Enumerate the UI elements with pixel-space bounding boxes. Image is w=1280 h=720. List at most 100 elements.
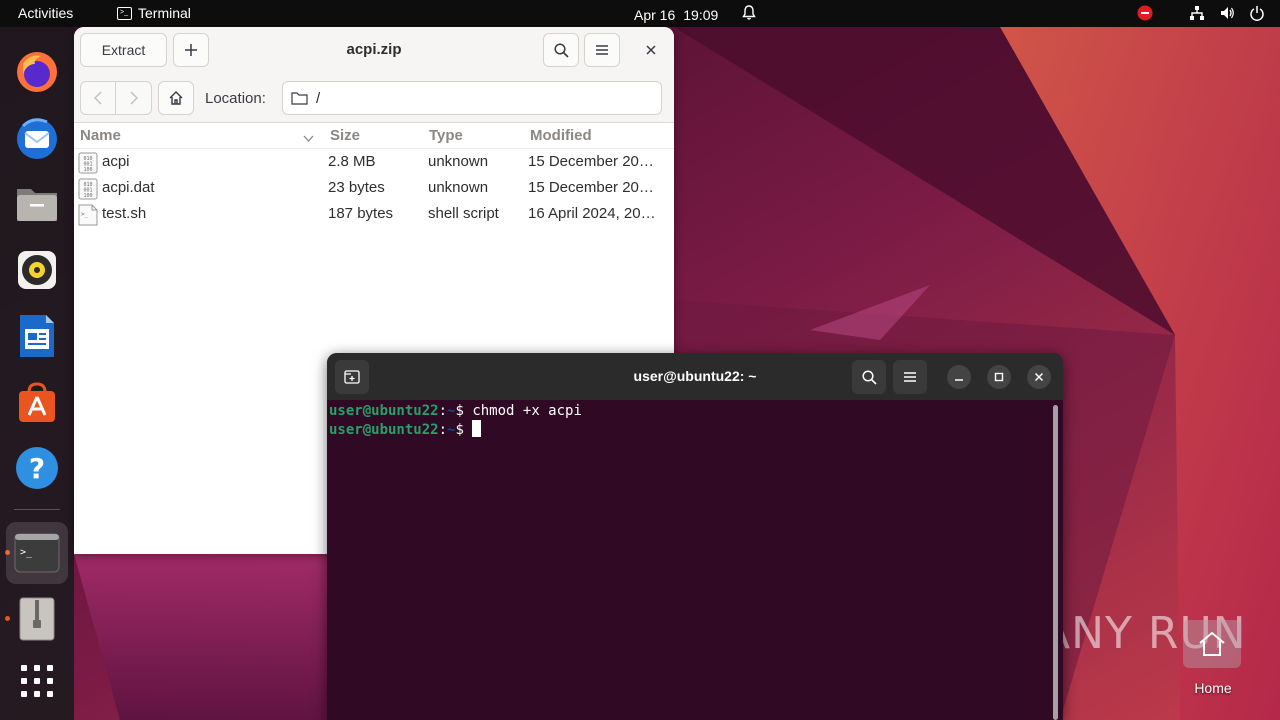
show-apps-button[interactable] xyxy=(10,654,64,708)
power-icon xyxy=(1248,4,1266,22)
back-button[interactable] xyxy=(81,82,117,114)
location-label: Location: xyxy=(205,90,266,107)
terminal-search-button[interactable] xyxy=(852,360,886,394)
prompt-user: user@ubuntu22 xyxy=(329,403,439,419)
file-name: acpi xyxy=(102,153,130,170)
plus-icon xyxy=(185,44,197,56)
terminal-icon: >_ xyxy=(14,533,60,573)
forward-button[interactable] xyxy=(116,82,151,114)
svg-text:?: ? xyxy=(29,452,45,485)
search-icon xyxy=(861,369,877,385)
home-icon xyxy=(169,91,183,105)
clock[interactable]: Apr 16 19:09 xyxy=(634,5,757,24)
terminal-scrollbar[interactable] xyxy=(1053,405,1058,720)
dock-item-rhythmbox[interactable] xyxy=(10,243,64,297)
command-text: chmod +x acpi xyxy=(472,403,582,419)
sort-descending-icon xyxy=(303,129,314,146)
file-row[interactable]: 010 001 100 acpi 2.8 MB unknown 15 Decem… xyxy=(74,149,674,175)
minimize-icon xyxy=(955,379,963,381)
prompt-user: user@ubuntu22 xyxy=(329,422,439,438)
system-tray[interactable] xyxy=(1136,4,1266,22)
file-size: 23 bytes xyxy=(328,179,385,196)
file-row[interactable]: 010 001 100 acpi.dat 23 bytes unknown 15… xyxy=(74,175,674,201)
clock-date: Apr 16 xyxy=(634,6,676,23)
desktop-home-label: Home xyxy=(1194,680,1232,696)
close-button[interactable] xyxy=(639,38,663,62)
column-header-size[interactable]: Size xyxy=(330,127,360,144)
main-menu-button[interactable] xyxy=(584,33,620,67)
file-size: 187 bytes xyxy=(328,205,394,222)
column-header-type[interactable]: Type xyxy=(429,127,463,144)
file-modified: 15 December 20… xyxy=(528,153,654,170)
prompt-symbol: $ xyxy=(455,422,473,438)
app-menu-label: Terminal xyxy=(138,5,191,21)
dock-item-thunderbird[interactable] xyxy=(10,111,64,165)
libreoffice-writer-icon xyxy=(20,315,54,357)
location-value: / xyxy=(316,89,321,107)
file-modified: 15 December 20… xyxy=(528,179,654,196)
terminal-line: user@ubuntu22:~$ xyxy=(329,420,1053,439)
terminal-close-button[interactable] xyxy=(1027,365,1051,389)
navigation-buttons xyxy=(80,81,152,115)
svg-text:>_: >_ xyxy=(81,211,89,218)
notification-bell-icon xyxy=(742,5,757,24)
clock-time: 19:09 xyxy=(683,6,719,23)
network-wired-icon xyxy=(1188,4,1206,22)
file-name: acpi.dat xyxy=(102,179,155,196)
file-name: test.sh xyxy=(102,205,147,222)
terminal-menu-button[interactable] xyxy=(893,360,927,394)
folder-icon xyxy=(291,92,308,105)
terminal-output[interactable]: user@ubuntu22:~$ chmod +x acpi user@ubun… xyxy=(329,402,1053,720)
activities-button[interactable]: Activities xyxy=(18,5,73,21)
dock-item-app-center[interactable] xyxy=(10,375,64,429)
search-icon xyxy=(553,42,569,58)
file-size: 2.8 MB xyxy=(328,153,376,170)
hamburger-menu-icon xyxy=(596,45,608,55)
dock-item-help[interactable]: ? xyxy=(10,441,64,495)
firefox-icon xyxy=(17,52,57,92)
home-button[interactable] xyxy=(158,81,194,115)
column-header-name[interactable]: Name xyxy=(80,127,121,144)
prompt-separator: : xyxy=(438,422,448,438)
binary-file-icon: 010 001 100 xyxy=(78,178,98,200)
file-modified: 16 April 2024, 20… xyxy=(528,205,656,222)
search-button[interactable] xyxy=(543,33,579,67)
maximize-icon xyxy=(994,372,1004,382)
archive-headerbar: Extract acpi.zip xyxy=(74,27,674,73)
chevron-right-icon xyxy=(130,91,138,105)
svg-text:100: 100 xyxy=(83,167,92,173)
dock-item-firefox[interactable] xyxy=(10,45,64,99)
dock-item-files[interactable] xyxy=(10,177,64,231)
terminal-window: user@ubuntu22: ~ user@ubuntu22:~$ chmod … xyxy=(327,353,1063,720)
app-menu[interactable]: >_ Terminal xyxy=(117,5,191,21)
file-row[interactable]: >_ test.sh 187 bytes shell script 16 Apr… xyxy=(74,201,674,227)
file-list: Name Size Type Modified 010 001 100 acpi… xyxy=(74,123,674,227)
chevron-left-icon xyxy=(94,91,102,105)
home-folder-icon xyxy=(1183,620,1241,668)
location-bar: Location: / xyxy=(74,73,674,123)
minimize-button[interactable] xyxy=(947,365,971,389)
files-icon xyxy=(17,189,57,221)
top-bar: Activities >_ Terminal Apr 16 19:09 xyxy=(0,0,1280,27)
add-files-button[interactable] xyxy=(173,33,209,67)
desktop-home-icon[interactable]: Home xyxy=(1183,620,1243,696)
dock-item-terminal[interactable]: >_ xyxy=(6,522,68,584)
text-cursor xyxy=(472,420,482,437)
file-list-header: Name Size Type Modified xyxy=(74,123,674,149)
column-header-modified[interactable]: Modified xyxy=(530,127,592,144)
terminal-line: user@ubuntu22:~$ chmod +x acpi xyxy=(329,402,1053,420)
new-tab-button[interactable] xyxy=(335,360,369,394)
dock-separator xyxy=(14,509,60,510)
file-type: shell script xyxy=(428,205,499,222)
svg-text:>_: >_ xyxy=(20,547,33,558)
maximize-button[interactable] xyxy=(987,365,1011,389)
volume-icon xyxy=(1218,4,1236,22)
extract-button[interactable]: Extract xyxy=(80,33,167,67)
dock-item-archive-manager[interactable] xyxy=(10,592,64,646)
script-file-icon: >_ xyxy=(78,204,98,226)
location-field[interactable]: / xyxy=(282,81,662,115)
dock-item-libreoffice-writer[interactable] xyxy=(10,309,64,363)
close-icon xyxy=(1034,372,1044,382)
rhythmbox-icon xyxy=(18,251,56,289)
file-type: unknown xyxy=(428,179,489,196)
